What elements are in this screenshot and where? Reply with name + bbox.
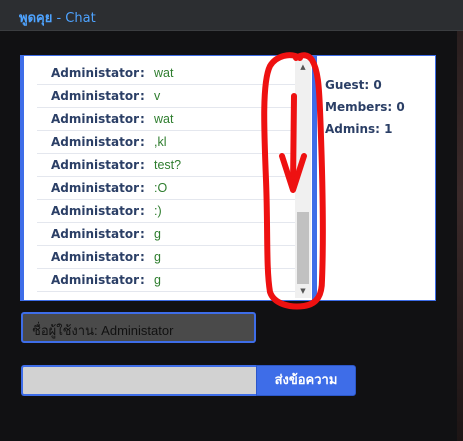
stat-admins: Admins: 1 [325,122,393,136]
scroll-thumb[interactable] [297,212,309,284]
message-colon: : [140,158,145,172]
chat-box: Administator: wat Administator: v Administ… [20,55,436,301]
message-user: Administator [50,112,139,126]
message-text: wat [154,112,174,126]
background-strip [457,31,463,441]
message-text: v [154,89,161,103]
title-english: Chat [65,11,96,26]
message-text: g [154,227,161,241]
message-row: Administator: ,kl [37,131,305,154]
message-row: Administator: :O [37,177,305,200]
message-user: Administator [50,227,139,241]
message-row: Administator: test? [37,154,305,177]
message-row: Administator: wat [37,108,305,131]
username-field[interactable]: ชื่อผู้ใช้งาน: Administator [21,312,256,343]
message-user: Administator [50,158,139,172]
online-stats: Guest: 0 Members: 0 Admins: 1 [325,74,405,140]
message-text: :O [154,181,168,195]
scroll-up-arrow-icon[interactable]: ▲ [295,60,311,74]
message-text: ,kl [154,135,167,149]
message-scrollbar[interactable]: ▲ ▼ [295,60,311,298]
message-colon: : [140,135,145,149]
message-colon: : [140,181,145,195]
message-row: Administator: g [37,269,305,292]
message-colon: : [140,66,145,80]
message-user: Administator [50,89,139,103]
panel-divider [312,56,317,300]
message-user: Administator [50,204,139,218]
message-colon: : [140,227,145,241]
stat-guest: Guest: 0 [325,78,382,92]
message-colon: : [140,89,145,103]
window-titlebar: พูดคุย - Chat [0,0,463,31]
message-user: Administator [50,135,139,149]
message-text: g [154,273,161,287]
message-row: Administator::) [37,200,305,223]
title-thai: พูดคุย [19,11,53,26]
message-row: Administator: g [37,246,305,269]
title-separator: - [52,11,66,26]
message-colon: : [140,250,145,264]
chat-box-accent [21,56,24,300]
message-list[interactable]: Administator: wat Administator: v Administ… [37,62,305,294]
message-user: Administator [50,181,139,195]
message-colon: : [140,204,145,218]
message-text: :) [154,204,162,218]
message-user: Administator [50,273,139,287]
message-colon: : [140,273,145,287]
scroll-down-arrow-icon[interactable]: ▼ [295,284,311,298]
message-row: Administator: wat [37,62,305,85]
stat-members: Members: 0 [325,100,405,114]
message-text: wat [154,66,174,80]
message-text: g [154,250,161,264]
message-row: Administator: g [37,223,305,246]
message-user: Administator [50,66,139,80]
message-input[interactable] [21,365,256,396]
message-row: Administator: v [37,85,305,108]
send-message-button[interactable]: ส่งข้อความ [256,365,356,396]
message-colon: : [140,112,145,126]
message-text: test? [154,158,182,172]
message-user: Administator [50,250,139,264]
